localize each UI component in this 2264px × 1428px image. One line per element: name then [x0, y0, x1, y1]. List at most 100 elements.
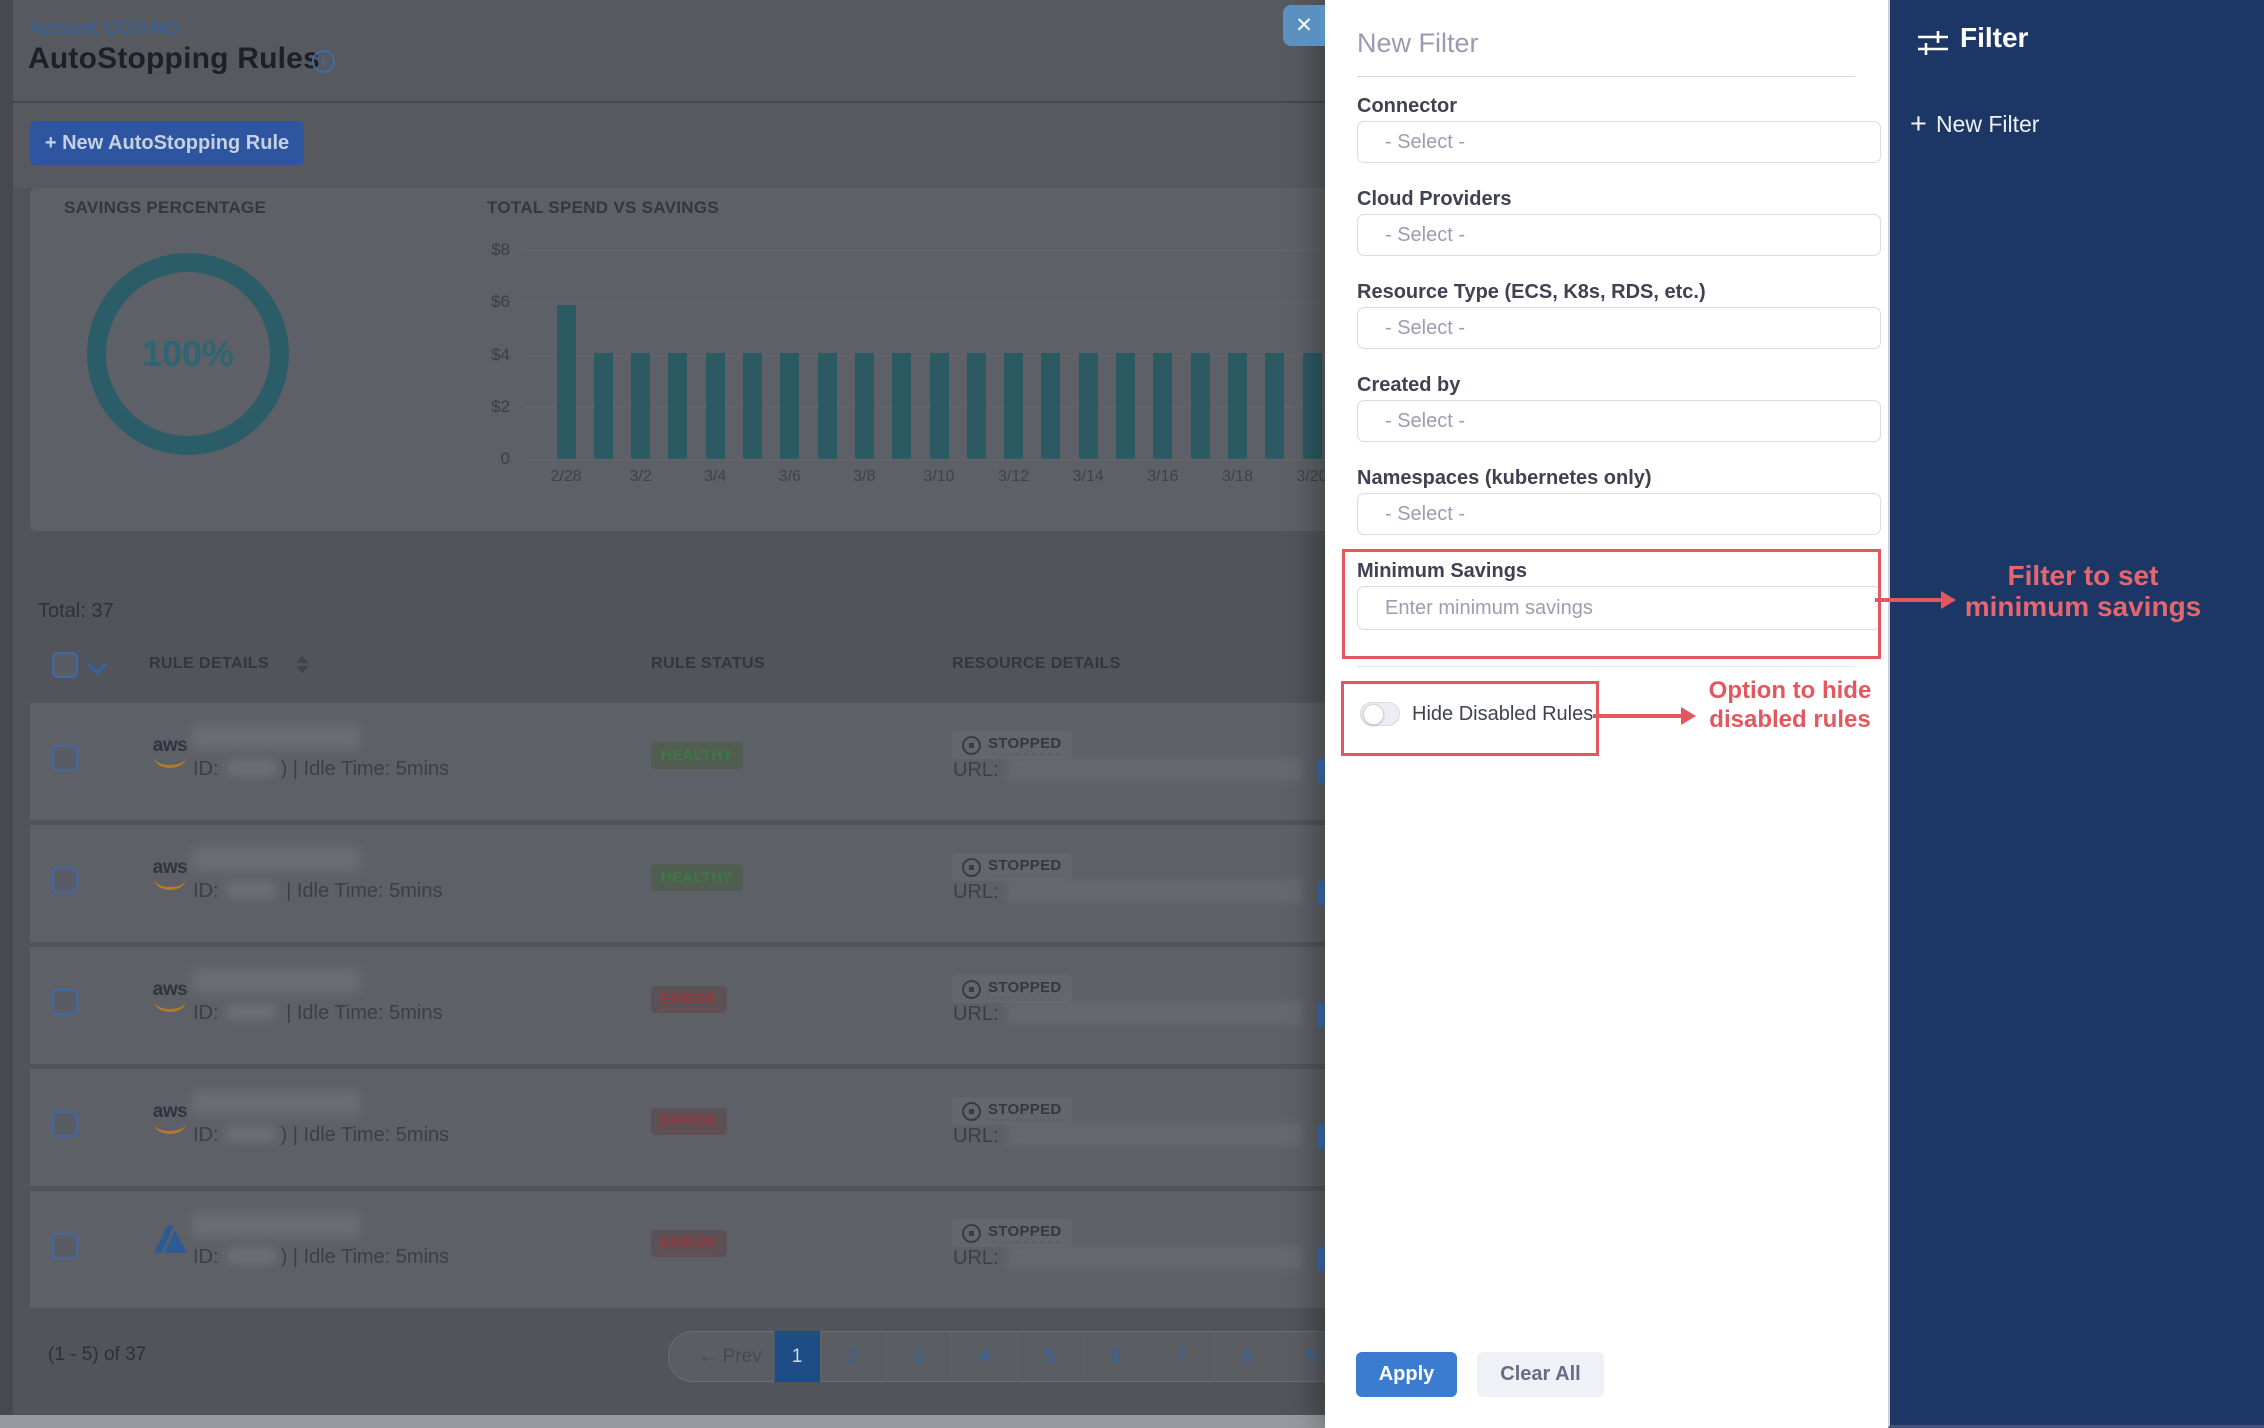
chart-gridline [522, 459, 1340, 460]
redacted-url-value [1007, 757, 1302, 781]
select-all-checkbox[interactable] [52, 652, 78, 678]
pagination-page-active[interactable]: 1 [774, 1331, 820, 1382]
page-title: AutoStopping Rules [28, 42, 320, 76]
pagination-page[interactable]: 4 [951, 1332, 1017, 1381]
aws-smile-arc [154, 877, 186, 890]
table-row[interactable]: awsID:) | Idle Time: 5minsERRORSTOPPEDUR… [30, 1069, 1340, 1186]
bar-total-spend [818, 353, 837, 459]
created-by-select[interactable]: - Select - [1357, 400, 1881, 442]
pagination-page[interactable]: 5 [1017, 1332, 1083, 1381]
bar-total-spend [594, 353, 613, 459]
rule-id-line: ID: | Idle Time: 5mins [193, 880, 442, 903]
x-axis-tick-label: 3/10 [904, 468, 974, 486]
table-row[interactable]: awsID:) | Idle Time: 5minsHEALTHYSTOPPED… [30, 703, 1340, 820]
bar-total-spend [743, 353, 762, 459]
resource-state-chip[interactable]: STOPPED [952, 975, 1072, 1003]
bar-total-spend [1153, 353, 1172, 459]
resource-state-chip[interactable]: STOPPED [952, 731, 1072, 759]
total-spend-title: TOTAL SPEND VS SAVINGS [487, 198, 719, 218]
clear-all-button[interactable]: Clear All [1477, 1352, 1604, 1397]
pagination-divider [774, 1332, 775, 1381]
bar-total-spend [1041, 353, 1060, 459]
row-checkbox[interactable] [52, 745, 78, 771]
new-filter-label: New Filter [1936, 111, 2040, 138]
bar-total-spend [1303, 353, 1322, 459]
chevron-down-icon[interactable] [87, 655, 107, 675]
breadcrumb-account[interactable]: Account: CCM-NG [30, 18, 179, 39]
y-axis-tick-label: $8 [450, 240, 510, 260]
row-checkbox[interactable] [52, 1111, 78, 1137]
bar-total-spend [668, 353, 687, 459]
x-axis-tick-label: 3/12 [979, 468, 1049, 486]
y-axis-tick-label: $4 [450, 345, 510, 365]
bar-total-spend [780, 353, 799, 459]
resource-state-chip[interactable]: STOPPED [952, 1097, 1072, 1125]
column-header-rule-status: RULE STATUS [651, 655, 765, 673]
aws-icon: aws [150, 859, 190, 890]
pagination-divider [1149, 1332, 1150, 1381]
aws-wordmark: aws [150, 1103, 190, 1121]
info-icon[interactable]: i [312, 50, 335, 73]
row-checkbox[interactable] [52, 867, 78, 893]
created-by-label: Created by [1357, 374, 1460, 397]
pagination-page[interactable]: 2 [820, 1332, 886, 1381]
pagination-range-label: (1 - 5) of 37 [48, 1344, 146, 1366]
redacted-rule-name [192, 1213, 360, 1237]
aws-wordmark: aws [150, 737, 190, 755]
aws-smile-arc [154, 1121, 186, 1134]
resource-type-select[interactable]: - Select - [1357, 307, 1881, 349]
savings-percentage-title: SAVINGS PERCENTAGE [64, 198, 266, 218]
annotation-box-hide-disabled [1341, 681, 1599, 756]
row-checkbox[interactable] [52, 1233, 78, 1259]
total-count-label: Total: 37 [38, 600, 114, 623]
redacted-rule-id [227, 1004, 275, 1020]
column-header-resource-details: RESOURCE DETAILS [952, 655, 1121, 673]
cloud-providers-select[interactable]: - Select - [1357, 214, 1881, 256]
bar-total-spend [706, 353, 725, 459]
close-icon[interactable]: ✕ [1283, 5, 1325, 46]
drawer-title: New Filter [1357, 28, 1479, 59]
resource-type-label: Resource Type (ECS, K8s, RDS, etc.) [1357, 281, 1706, 304]
namespaces-label: Namespaces (kubernetes only) [1357, 467, 1652, 490]
y-axis-tick-label: $6 [450, 292, 510, 312]
pagination-prev-button[interactable]: ← Prev [687, 1332, 773, 1381]
table-row[interactable]: ID:) | Idle Time: 5minsERRORSTOPPEDURL: [30, 1191, 1340, 1308]
connector-label: Connector [1357, 95, 1457, 118]
stopped-circle-icon [962, 736, 981, 755]
redacted-rule-name [192, 1091, 360, 1115]
sort-icon[interactable] [296, 656, 308, 673]
table-row[interactable]: awsID: | Idle Time: 5minsERRORSTOPPEDURL… [30, 947, 1340, 1064]
bar-total-spend [1004, 353, 1023, 459]
resource-url-line: URL: [953, 879, 1302, 904]
resource-state-chip[interactable]: STOPPED [952, 853, 1072, 881]
rule-status-badge: HEALTHY [651, 742, 743, 769]
row-checkbox[interactable] [52, 989, 78, 1015]
bar-total-spend [557, 305, 576, 459]
plus-icon: + [1910, 110, 1927, 139]
pagination-page[interactable]: 7 [1149, 1332, 1215, 1381]
annotation-arrowhead-hide-disabled [1681, 707, 1696, 725]
pagination-page[interactable]: 8 [1214, 1332, 1280, 1381]
footer-strip [0, 1415, 1340, 1428]
apply-button[interactable]: Apply [1356, 1352, 1457, 1397]
pagination-page[interactable]: 3 [886, 1332, 952, 1381]
connector-select[interactable]: - Select - [1357, 121, 1881, 163]
new-autostopping-rule-button[interactable]: + New AutoStopping Rule [30, 121, 304, 165]
savings-percentage-donut: 100% [87, 253, 289, 455]
resource-url-line: URL: [953, 1001, 1302, 1026]
resource-state-chip[interactable]: STOPPED [952, 1219, 1072, 1247]
resource-url-line: URL: [953, 1245, 1302, 1270]
autostopping-rules-page: Account: CCM-NG AutoStopping Rules i + N… [0, 0, 2264, 1428]
rule-status-badge: HEALTHY [651, 864, 743, 891]
stopped-circle-icon [962, 980, 981, 999]
filter-panel-title: Filter [1960, 22, 2028, 54]
column-header-rule-details[interactable]: RULE DETAILS [149, 655, 269, 673]
rule-id-line: ID:) | Idle Time: 5mins [193, 1124, 449, 1147]
pagination-page[interactable]: 6 [1083, 1332, 1149, 1381]
rule-status-badge: ERROR [651, 1230, 727, 1257]
new-filter-button[interactable]: + New Filter [1910, 110, 2039, 139]
table-row[interactable]: awsID: | Idle Time: 5mins HEALTHY STOPPEDU… [30, 825, 1340, 942]
namespaces-select[interactable]: - Select - [1357, 493, 1881, 535]
redacted-url-value [1007, 879, 1302, 903]
drawer-section-divider [1357, 666, 1855, 667]
